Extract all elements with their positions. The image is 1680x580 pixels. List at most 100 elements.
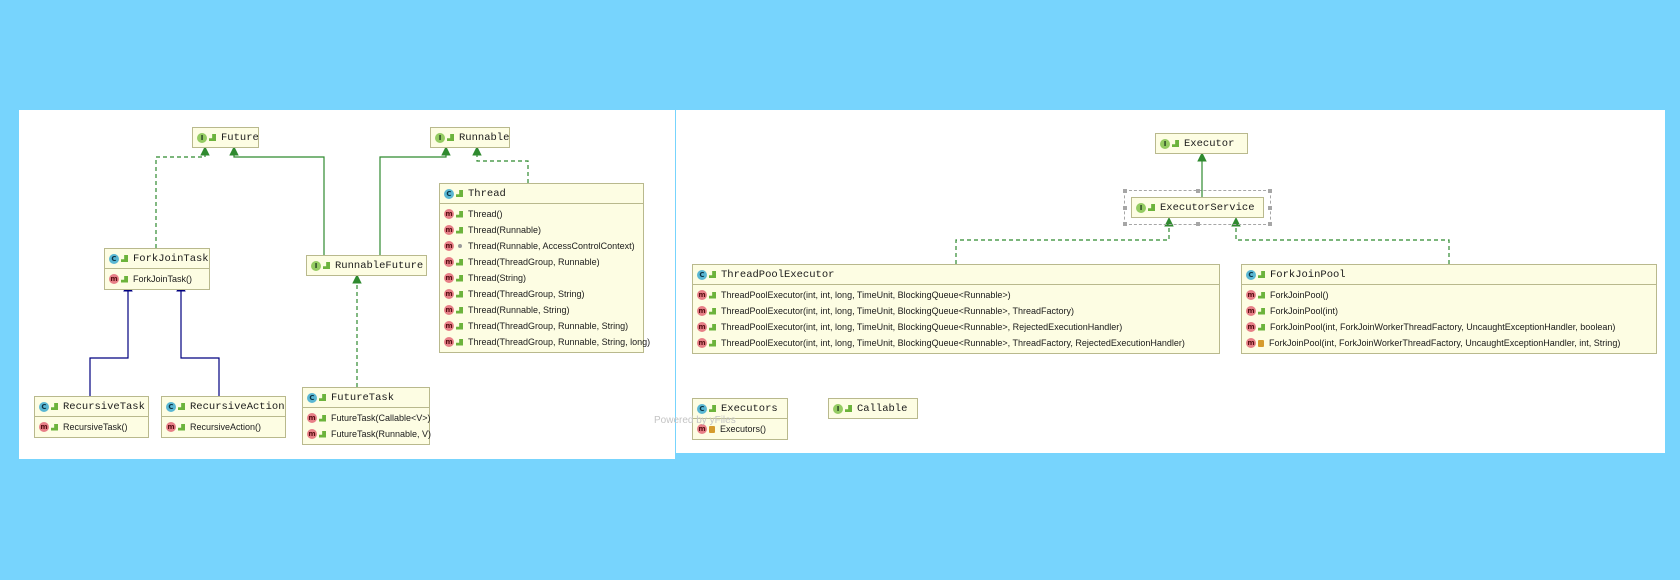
public-visibility-icon (447, 134, 454, 141)
public-visibility-icon (709, 271, 716, 278)
node-recursiveaction[interactable]: C RecursiveAction m RecursiveAction() (161, 396, 286, 438)
member-row[interactable]: m Thread(ThreadGroup, Runnable, String, l… (440, 334, 650, 350)
interface-icon: I (1160, 138, 1170, 149)
member-row[interactable]: m RecursiveAction() (162, 419, 285, 435)
node-header: I Future (193, 128, 259, 147)
method-icon: m (39, 422, 49, 432)
member-row[interactable]: m ThreadPoolExecutor(int, int, long, Time… (693, 303, 1219, 319)
member-row[interactable]: m Thread(ThreadGroup, Runnable, String) (440, 318, 643, 334)
method-icon: m (444, 273, 454, 283)
node-callable[interactable]: I Callable (828, 398, 918, 419)
node-executor[interactable]: I Executor (1155, 133, 1248, 154)
member-row[interactable]: m Thread(Runnable, AccessControlContext) (440, 238, 643, 254)
public-visibility-icon (178, 403, 185, 410)
method-icon: m (307, 413, 317, 423)
node-name: Executors (721, 402, 778, 415)
node-name: Future (221, 131, 259, 144)
selection-handle[interactable] (1195, 222, 1200, 226)
public-visibility-icon (845, 405, 852, 412)
member-row[interactable]: m Thread(Runnable) (440, 222, 643, 238)
node-header: C RecursiveAction (162, 397, 285, 417)
node-runnablefuture[interactable]: I RunnableFuture (306, 255, 427, 276)
public-visibility-icon (456, 322, 463, 330)
member-label: ThreadPoolExecutor(int, int, long, TimeU… (721, 306, 1075, 316)
member-row[interactable]: m RecursiveTask() (35, 419, 148, 435)
node-name: Executor (1184, 137, 1235, 150)
method-icon: m (444, 321, 454, 331)
class-icon: C (166, 401, 176, 412)
class-icon: C (1246, 269, 1256, 280)
member-list: m RecursiveTask() (35, 417, 148, 437)
method-icon: m (307, 429, 317, 439)
member-row[interactable]: m ForkJoinPool(int) (1242, 303, 1656, 319)
node-recursivetask[interactable]: C RecursiveTask m RecursiveTask() (34, 396, 149, 438)
class-icon: C (39, 401, 49, 412)
member-row[interactable]: m Thread(ThreadGroup, String) (440, 286, 643, 302)
node-future[interactable]: I Future (192, 127, 259, 148)
member-row[interactable]: m ThreadPoolExecutor(int, int, long, Time… (693, 335, 1219, 351)
member-label: Thread(String) (468, 273, 527, 283)
member-row[interactable]: m ForkJoinPool(int, ForkJoinWorkerThreadF… (1242, 335, 1656, 351)
node-name: ThreadPoolExecutor (721, 268, 835, 281)
public-visibility-icon (456, 210, 463, 218)
member-row[interactable]: m FutureTask(Runnable, V) (303, 426, 431, 442)
method-icon: m (1246, 306, 1256, 316)
selection-handle[interactable] (1195, 189, 1200, 193)
public-visibility-icon (456, 190, 463, 197)
node-name: Thread (468, 187, 506, 200)
node-name: ExecutorService (1160, 201, 1255, 214)
lock-icon (1258, 339, 1264, 347)
selection-handle[interactable] (1123, 205, 1127, 210)
member-row[interactable]: m ForkJoinPool() (1242, 287, 1656, 303)
public-visibility-icon (1258, 271, 1265, 278)
member-row[interactable]: m Thread(ThreadGroup, Runnable) (440, 254, 643, 270)
watermark: Powered by yFiles (654, 415, 736, 426)
node-threadpoolexecutor[interactable]: C ThreadPoolExecutor m ThreadPoolExecutor(i… (692, 264, 1220, 354)
method-icon: m (444, 289, 454, 299)
member-row[interactable]: m ForkJoinTask() (105, 271, 209, 287)
member-row[interactable]: m FutureTask(Callable<V>) (303, 410, 431, 426)
member-row[interactable]: m ForkJoinPool(int, ForkJoinWorkerThreadF… (1242, 319, 1656, 335)
member-row[interactable]: m Thread(String) (440, 270, 643, 286)
selection-handle[interactable] (1123, 222, 1127, 226)
selection-handle[interactable] (1268, 222, 1272, 226)
member-row[interactable]: m Thread() (440, 206, 643, 222)
node-name: RecursiveAction (190, 400, 285, 413)
member-label: ForkJoinPool(int, ForkJoinWorkerThreadFa… (1269, 338, 1621, 348)
class-icon: C (109, 253, 119, 264)
selection-handle[interactable] (1268, 189, 1272, 193)
public-visibility-icon (319, 394, 326, 401)
method-icon: m (444, 241, 454, 251)
method-icon: m (697, 338, 707, 348)
member-row[interactable]: m ThreadPoolExecutor(int, int, long, Time… (693, 287, 1219, 303)
node-executorservice[interactable]: I ExecutorService (1124, 190, 1271, 225)
method-icon: m (444, 209, 454, 219)
node-header: I Runnable (431, 128, 509, 147)
public-visibility-icon (51, 423, 58, 431)
node-runnable[interactable]: I Runnable (430, 127, 510, 148)
node-forkjoinpool[interactable]: C ForkJoinPool m ForkJoinPool() m ForkJoinPoo… (1241, 264, 1657, 354)
member-label: ThreadPoolExecutor(int, int, long, TimeU… (721, 338, 1185, 348)
member-row[interactable]: m ThreadPoolExecutor(int, int, long, Time… (693, 319, 1219, 335)
node-thread[interactable]: C Thread m Thread() m Thread(Runnable) m Thread… (439, 183, 650, 353)
node-header: C FutureTask (303, 388, 429, 408)
package-visibility-icon (458, 244, 462, 248)
member-label: FutureTask(Callable<V>) (331, 413, 431, 423)
lock-icon (709, 425, 715, 433)
node-name: Callable (857, 402, 908, 415)
member-list: m RecursiveAction() (162, 417, 285, 437)
method-icon: m (109, 274, 119, 284)
node-forkjointask[interactable]: C ForkJoinTask m ForkJoinTask() (104, 248, 210, 290)
public-visibility-icon (709, 307, 716, 315)
selection-handle[interactable] (1123, 189, 1127, 193)
method-icon: m (697, 290, 707, 300)
member-label: Thread(ThreadGroup, Runnable) (468, 257, 600, 267)
selection-handle[interactable] (1268, 205, 1272, 210)
member-label: Thread(Runnable) (468, 225, 542, 235)
node-header: I Executor (1156, 134, 1247, 153)
class-icon: C (444, 188, 454, 199)
node-futuretask[interactable]: C FutureTask m FutureTask(Callable<V>) m Futu… (302, 387, 431, 445)
public-visibility-icon (709, 323, 716, 331)
public-visibility-icon (456, 258, 463, 266)
member-row[interactable]: m Thread(Runnable, String) (440, 302, 643, 318)
